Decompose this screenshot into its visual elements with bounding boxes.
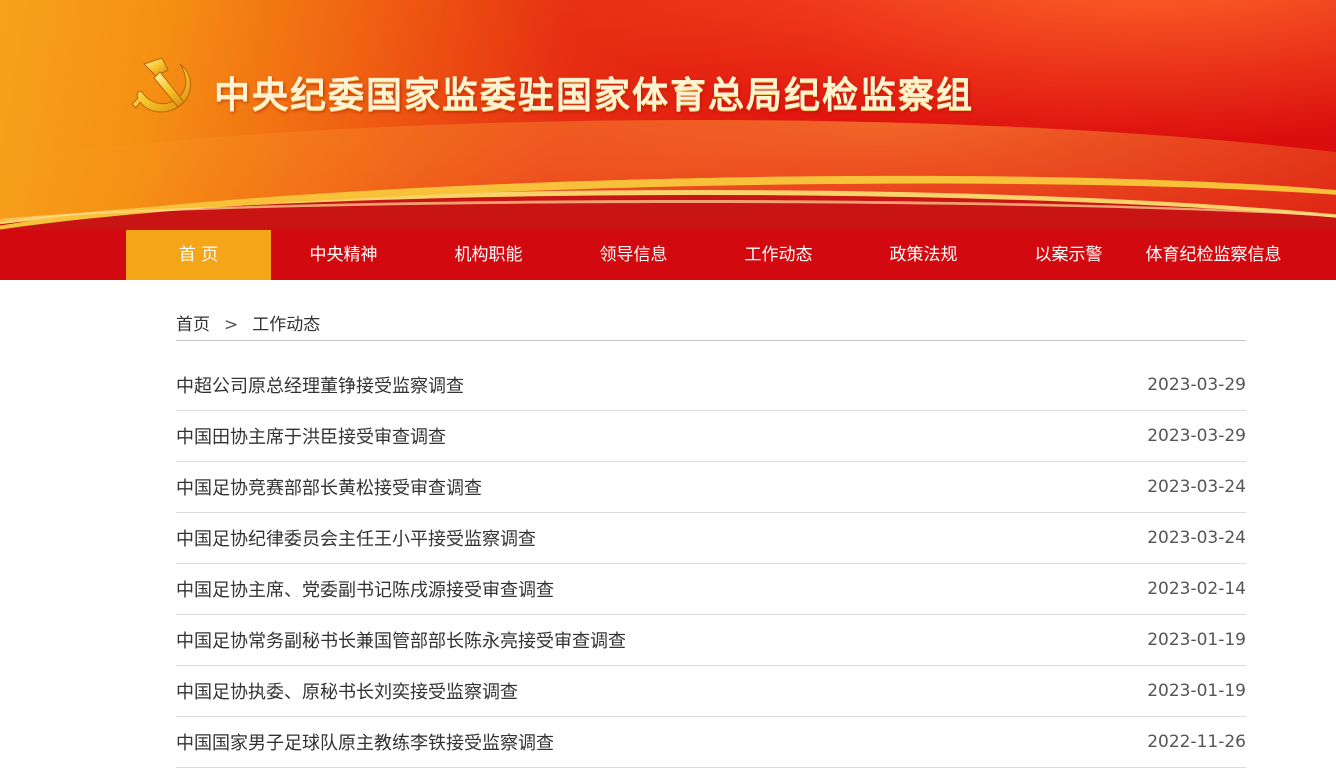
article-title-link[interactable]: 中国足协常务副秘书长兼国管部部长陈永亮接受审查调查 <box>176 627 626 653</box>
article-row: 中国国家男子足球队原主教练李铁接受监察调查 2022-11-26 <box>176 717 1246 768</box>
breadcrumb-home-link[interactable]: 首页 <box>176 315 210 335</box>
nav-item-central-spirit[interactable]: 中央精神 <box>271 230 416 280</box>
nav-item-policies[interactable]: 政策法规 <box>851 230 996 280</box>
site-title: 中央纪委国家监委驻国家体育总局纪检监察组 <box>214 75 975 116</box>
nav-item-work-news[interactable]: 工作动态 <box>706 230 851 280</box>
article-row: 中国足协竞赛部部长黄松接受审查调查 2023-03-24 <box>176 462 1246 513</box>
article-title-link[interactable]: 中国足协竞赛部部长黄松接受审查调查 <box>176 474 482 500</box>
nav-item-case-warnings[interactable]: 以案示警 <box>996 230 1141 280</box>
article-date: 2023-03-29 <box>1147 426 1246 446</box>
article-row: 中国足协执委、原秘书长刘奕接受监察调查 2023-01-19 <box>176 666 1246 717</box>
article-row: 中国足协主席、党委副书记陈戌源接受审查调查 2023-02-14 <box>176 564 1246 615</box>
article-date: 2022-11-26 <box>1147 732 1246 752</box>
main-nav: 首 页 中央精神 机构职能 领导信息 工作动态 政策法规 以案示警 体育纪检监察… <box>0 230 1336 280</box>
site-banner: 中央纪委国家监委驻国家体育总局纪检监察组 <box>0 0 1336 230</box>
article-date: 2023-01-19 <box>1147 630 1246 650</box>
nav-item-home[interactable]: 首 页 <box>126 230 271 280</box>
breadcrumb: 首页 > 工作动态 <box>176 280 1246 341</box>
article-date: 2023-01-19 <box>1147 681 1246 701</box>
article-date: 2023-03-24 <box>1147 477 1246 497</box>
article-title-link[interactable]: 中超公司原总经理董铮接受监察调查 <box>176 372 464 398</box>
article-title-link[interactable]: 中国田协主席于洪臣接受审查调查 <box>176 423 446 449</box>
nav-item-sports-discipline-info[interactable]: 体育纪检监察信息 <box>1141 230 1286 280</box>
article-date: 2023-02-14 <box>1147 579 1246 599</box>
article-row: 中超公司原总经理董铮接受监察调查 2023-03-29 <box>176 360 1246 411</box>
main-content: 首页 > 工作动态 中超公司原总经理董铮接受监察调查 2023-03-29 中国田协… <box>176 280 1246 768</box>
article-row: 中国足协常务副秘书长兼国管部部长陈永亮接受审查调查 2023-01-19 <box>176 615 1246 666</box>
party-emblem-icon <box>131 57 191 113</box>
breadcrumb-separator: > <box>224 315 239 335</box>
article-date: 2023-03-24 <box>1147 528 1246 548</box>
article-title-link[interactable]: 中国国家男子足球队原主教练李铁接受监察调查 <box>176 729 554 755</box>
article-title-link[interactable]: 中国足协主席、党委副书记陈戌源接受审查调查 <box>176 576 554 602</box>
article-title-link[interactable]: 中国足协执委、原秘书长刘奕接受监察调查 <box>176 678 518 704</box>
breadcrumb-current: 工作动态 <box>252 315 321 335</box>
article-date: 2023-03-29 <box>1147 375 1246 395</box>
nav-item-leadership-info[interactable]: 领导信息 <box>561 230 706 280</box>
nav-item-org-functions[interactable]: 机构职能 <box>416 230 561 280</box>
article-row: 中国田协主席于洪臣接受审查调查 2023-03-29 <box>176 411 1246 462</box>
article-title-link[interactable]: 中国足协纪律委员会主任王小平接受监察调查 <box>176 525 536 551</box>
article-row: 中国足协纪律委员会主任王小平接受监察调查 2023-03-24 <box>176 513 1246 564</box>
article-list: 中超公司原总经理董铮接受监察调查 2023-03-29 中国田协主席于洪臣接受审… <box>176 360 1246 768</box>
